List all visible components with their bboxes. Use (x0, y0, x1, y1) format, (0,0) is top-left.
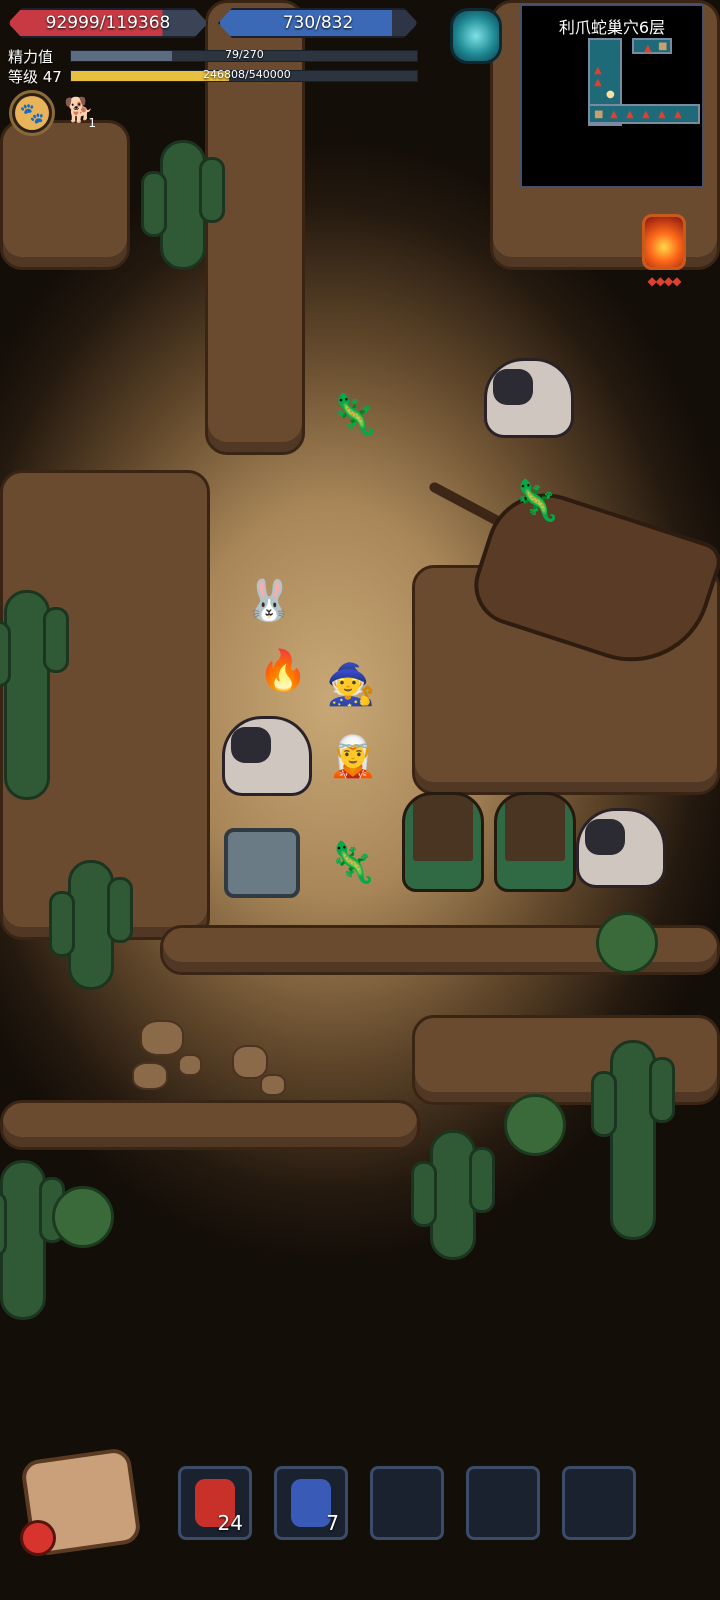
pebble (178, 1054, 202, 1076)
cactus (49, 860, 133, 990)
minimap-enemy-marker: ▲ (610, 109, 618, 120)
quick-slot-2[interactable]: 7 (274, 1466, 348, 1540)
quick-slot-4[interactable] (466, 1466, 540, 1540)
exp-text: 246808/540000 (203, 68, 291, 81)
portal-icon[interactable] (450, 8, 502, 64)
snake-enemy[interactable]: 🦎 (511, 466, 561, 536)
mp-bar: 730/832 (218, 8, 418, 38)
boar-enemy[interactable] (576, 808, 666, 888)
barrel-cactus (52, 1186, 114, 1248)
stamina-text: 79/270 (225, 48, 264, 61)
hp-bar: 92999/119368 (8, 8, 208, 38)
minimap-enemy-marker: ▲ (674, 109, 682, 120)
slot-count: 7 (326, 1511, 339, 1535)
buff-indicator[interactable]: 🐕 1 (64, 96, 96, 130)
treasure-chest[interactable] (224, 828, 300, 898)
stamina-label: 精力值 (8, 48, 54, 66)
cactus (0, 1160, 65, 1320)
pebble (232, 1045, 268, 1079)
pebble (132, 1062, 168, 1090)
snake-enemy[interactable]: 🦎 (327, 828, 377, 898)
minimap-chest-marker: ■ (594, 109, 604, 120)
minimap-enemy-marker: ▲ (658, 109, 666, 120)
pet-boar[interactable] (222, 716, 312, 796)
hero-leader[interactable]: 🧝 (318, 712, 388, 802)
floor-title: 利爪蛇巢穴6层 (558, 18, 666, 37)
pebble (140, 1020, 184, 1056)
pet-button[interactable]: 🐾 (9, 90, 55, 136)
level-label: 等级 47 (8, 68, 62, 86)
boar-enemy[interactable] (484, 358, 574, 438)
cactus (411, 1130, 495, 1260)
cactus (0, 590, 69, 800)
potion-badge-icon (20, 1520, 56, 1556)
snake-enemy[interactable]: 🦎 (329, 380, 379, 450)
rock-wall (0, 1100, 420, 1150)
blue-elixir-icon (291, 1479, 331, 1527)
backpack-button[interactable] (19, 1444, 143, 1558)
quick-slot-1[interactable]: 24 (178, 1466, 252, 1540)
minimap-enemy-marker: ▲ (626, 109, 634, 120)
flame-lantern-icon[interactable]: ◆◆◆◆ (636, 204, 692, 288)
cactus (141, 140, 225, 270)
minimap-player-marker: ● (606, 89, 615, 100)
treant-enemy[interactable] (494, 792, 576, 892)
minimap-enemy-marker: ▲ (594, 65, 602, 76)
buff-count: 1 (88, 116, 96, 130)
slot-count: 24 (217, 1511, 243, 1535)
minimap[interactable]: 利爪蛇巢穴6层 ▲ ■ ▲ ▲ ● ▲ ▲ ▲ ▲ ▲ ■ (520, 4, 704, 188)
stamina-fill (71, 51, 173, 61)
mp-text: 730/832 (282, 13, 354, 33)
lantern-flame (642, 214, 686, 270)
pebble (260, 1074, 286, 1096)
barrel-cactus (596, 912, 658, 974)
minimap-enemy-marker: ▲ (594, 77, 602, 88)
cactus (591, 1040, 675, 1240)
hp-text: 92999/119368 (45, 13, 171, 33)
game-world[interactable]: 🦎 🦎 🐰 🔥 🧙 🧝 🦎 (0, 0, 720, 1600)
paw-icon: 🐾 (15, 96, 49, 130)
quick-slot-5[interactable] (562, 1466, 636, 1540)
stamina-bar: 79/270 (70, 48, 418, 62)
treant-enemy[interactable] (402, 792, 484, 892)
minimap-chest-marker: ■ (658, 41, 668, 52)
rock-wall (0, 120, 130, 270)
minimap-enemy-marker: ▲ (644, 43, 652, 54)
quick-slot-3[interactable] (370, 1466, 444, 1540)
lantern-pips: ◆◆◆◆ (647, 274, 682, 288)
barrel-cactus (504, 1094, 566, 1156)
shipwreck (427, 477, 720, 683)
minimap-enemy-marker: ▲ (642, 109, 650, 120)
hero-fire[interactable]: 🔥 (248, 626, 318, 716)
ship-hull (463, 477, 720, 683)
exp-bar: 246808/540000 (70, 68, 418, 82)
